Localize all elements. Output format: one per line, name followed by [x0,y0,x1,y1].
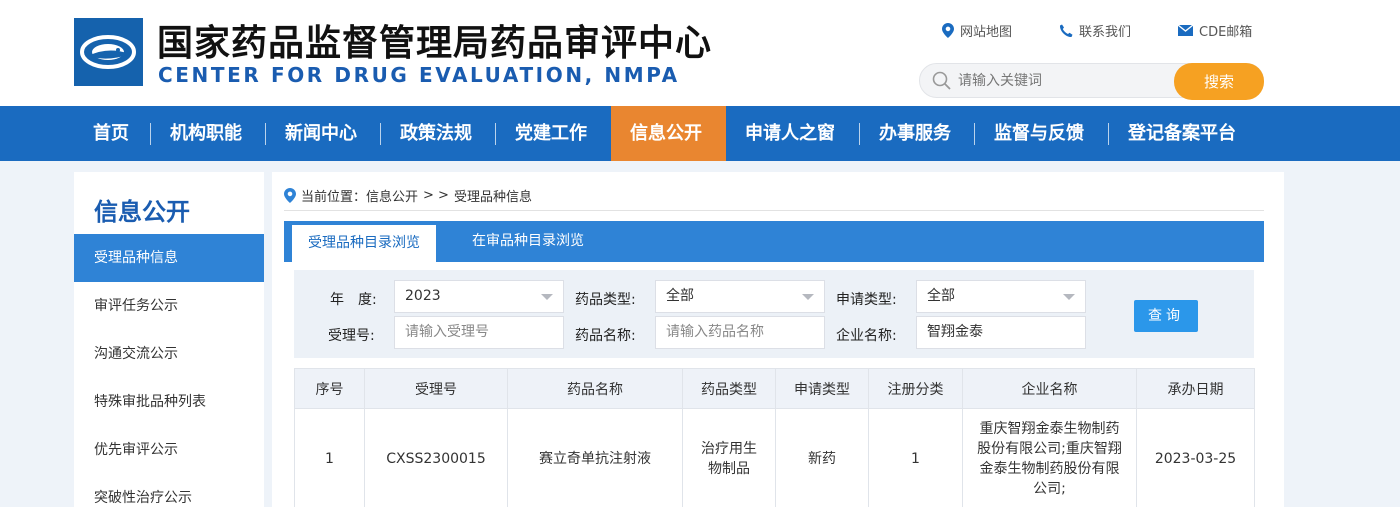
sidebar-title: 信息公开 [94,198,190,226]
results-table: 序号 受理号 药品名称 药品类型 申请类型 注册分类 企业名称 承办日期 1 C… [294,368,1255,507]
drug-name-input[interactable]: 请输入药品名称 [655,316,825,349]
search-bar: 搜索 [919,63,1264,100]
col-header-apply-type: 申请类型 [775,368,869,409]
breadcrumb-current[interactable]: 受理品种信息 [454,186,532,205]
nav-item-info-disclosure[interactable]: 信息公开 [630,106,702,161]
col-header-reg-class: 注册分类 [868,368,963,409]
query-button[interactable]: 查询 [1134,300,1198,332]
nav-item-services[interactable]: 办事服务 [879,106,951,161]
nav-divider [1108,123,1109,145]
main-content: 当前位置：信息公开 > > 受理品种信息 受理品种目录浏览 在审品种目录浏览 年… [272,172,1284,507]
col-header-company: 企业名称 [962,368,1137,409]
nav-divider [380,123,381,145]
search-input[interactable] [958,64,1178,97]
col-header-date: 承办日期 [1136,368,1255,409]
site-header: 国家药品监督管理局药品审评中心 CENTER FOR DRUG EVALUATI… [0,0,1400,106]
table-header-row: 序号 受理号 药品名称 药品类型 申请类型 注册分类 企业名称 承办日期 [294,368,1255,409]
drug-type-select[interactable]: 全部 [655,280,825,313]
year-label: 年 度: [330,292,377,308]
cde-logo[interactable] [74,18,143,86]
col-header-accept-no: 受理号 [364,368,508,409]
col-header-drug-type: 药品类型 [682,368,776,409]
cell-date: 2023-03-25 [1136,408,1255,507]
mail-icon [1178,25,1193,36]
main-nav: 首页 机构职能 新闻中心 政策法规 党建工作 信息公开 申请人之窗 办事服务 监… [0,106,1400,161]
chevron-down-icon [1063,294,1075,300]
drug-name-label: 药品名称: [575,328,636,344]
sidebar-item-priority-review[interactable]: 优先审评公示 [74,426,264,474]
filter-panel: 年 度: 2023 药品类型: 全部 申请类型: 全部 受理号: 请输入受理号 … [294,270,1254,358]
cell-accept-no: CXSS2300015 [364,408,508,507]
nav-item-feedback[interactable]: 监督与反馈 [994,106,1084,161]
year-value: 2023 [405,288,441,304]
sidebar-item-accepted-drugs[interactable]: 受理品种信息 [74,234,264,282]
company-label: 企业名称: [836,328,897,344]
nav-item-applicant[interactable]: 申请人之窗 [745,106,835,161]
sidebar-item-special-approval[interactable]: 特殊审批品种列表 [74,378,264,426]
company-input[interactable]: 智翔金泰 [916,316,1086,349]
contact-link[interactable]: 联系我们 [1059,21,1131,40]
nav-divider [495,123,496,145]
tab-bar: 受理品种目录浏览 在审品种目录浏览 [284,221,1264,262]
sitemap-label: 网站地图 [960,25,1013,40]
accept-no-label: 受理号: [328,328,375,344]
breadcrumb-prefix[interactable]: 当前位置：信息公开 [301,186,418,205]
col-header-index: 序号 [294,368,365,409]
cell-drug-type: 治疗用生物制品 [682,408,776,507]
nav-item-policy[interactable]: 政策法规 [400,106,472,161]
cell-apply-type: 新药 [775,408,869,507]
nav-divider [150,123,151,145]
apply-type-label: 申请类型: [836,292,897,308]
sitemap-link[interactable]: 网站地图 [942,21,1012,40]
nav-item-home[interactable]: 首页 [93,106,129,161]
sidebar-item-breakthrough[interactable]: 突破性治疗公示 [74,474,264,507]
table-row[interactable]: 1 CXSS2300015 赛立奇单抗注射液 治疗用生物制品 新药 1 重庆智翔… [294,408,1255,507]
nav-divider [859,123,860,145]
col-header-drug-name: 药品名称 [507,368,683,409]
apply-type-select[interactable]: 全部 [916,280,1086,313]
sidebar-item-communication[interactable]: 沟通交流公示 [74,330,264,378]
location-pin-icon [284,188,296,203]
nav-divider [265,123,266,145]
mail-link[interactable]: CDE邮箱 [1178,21,1252,40]
apply-type-value: 全部 [927,288,955,304]
chevron-down-icon [802,294,814,300]
tab-accepted-catalog[interactable]: 受理品种目录浏览 [292,225,436,262]
cell-reg-class: 1 [868,408,963,507]
breadcrumb-separator: > > [423,188,449,203]
contact-label: 联系我们 [1079,25,1132,40]
chevron-down-icon [541,294,553,300]
sidebar-item-review-tasks[interactable]: 审评任务公示 [74,282,264,330]
year-select[interactable]: 2023 [394,280,564,313]
nav-divider [974,123,975,145]
site-title-cn: 国家药品监督管理局药品审评中心 [157,23,713,64]
location-pin-icon [942,23,954,38]
accept-no-input[interactable]: 请输入受理号 [394,316,564,349]
cell-drug-name: 赛立奇单抗注射液 [507,408,683,507]
drug-type-value: 全部 [666,288,694,304]
site-title-en: CENTER FOR DRUG EVALUATION, NMPA [158,63,680,87]
breadcrumb: 当前位置：信息公开 > > 受理品种信息 [284,186,532,205]
nav-item-party[interactable]: 党建工作 [515,106,587,161]
mail-label: CDE邮箱 [1199,25,1253,40]
nav-item-registration[interactable]: 登记备案平台 [1128,106,1236,161]
logo-emblem-icon [74,18,143,86]
nav-item-news[interactable]: 新闻中心 [285,106,357,161]
cell-index: 1 [294,408,365,507]
cell-company: 重庆智翔金泰生物制药股份有限公司;重庆智翔金泰生物制药股份有限公司; [962,408,1137,507]
breadcrumb-divider [284,210,1264,211]
sidebar: 信息公开 受理品种信息 审评任务公示 沟通交流公示 特殊审批品种列表 优先审评公… [74,172,264,507]
tab-under-review-catalog[interactable]: 在审品种目录浏览 [456,221,600,262]
search-icon [932,71,951,90]
search-button[interactable]: 搜索 [1174,63,1264,100]
phone-icon [1059,24,1073,37]
nav-item-functions[interactable]: 机构职能 [170,106,242,161]
drug-type-label: 药品类型: [575,292,636,308]
